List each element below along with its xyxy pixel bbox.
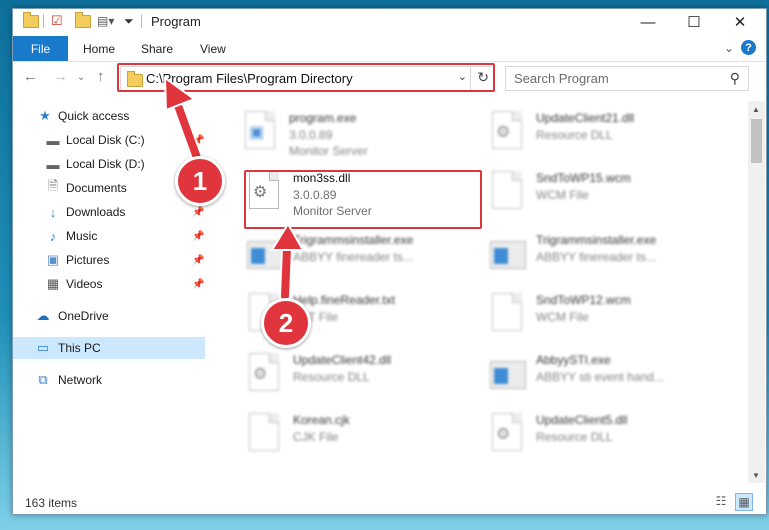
annotation-arrows xyxy=(163,75,305,302)
arrow-1 xyxy=(163,75,206,172)
step-2-badge: 2 xyxy=(261,298,311,348)
arrow-2 xyxy=(270,222,305,302)
step-1-badge: 1 xyxy=(175,156,225,206)
